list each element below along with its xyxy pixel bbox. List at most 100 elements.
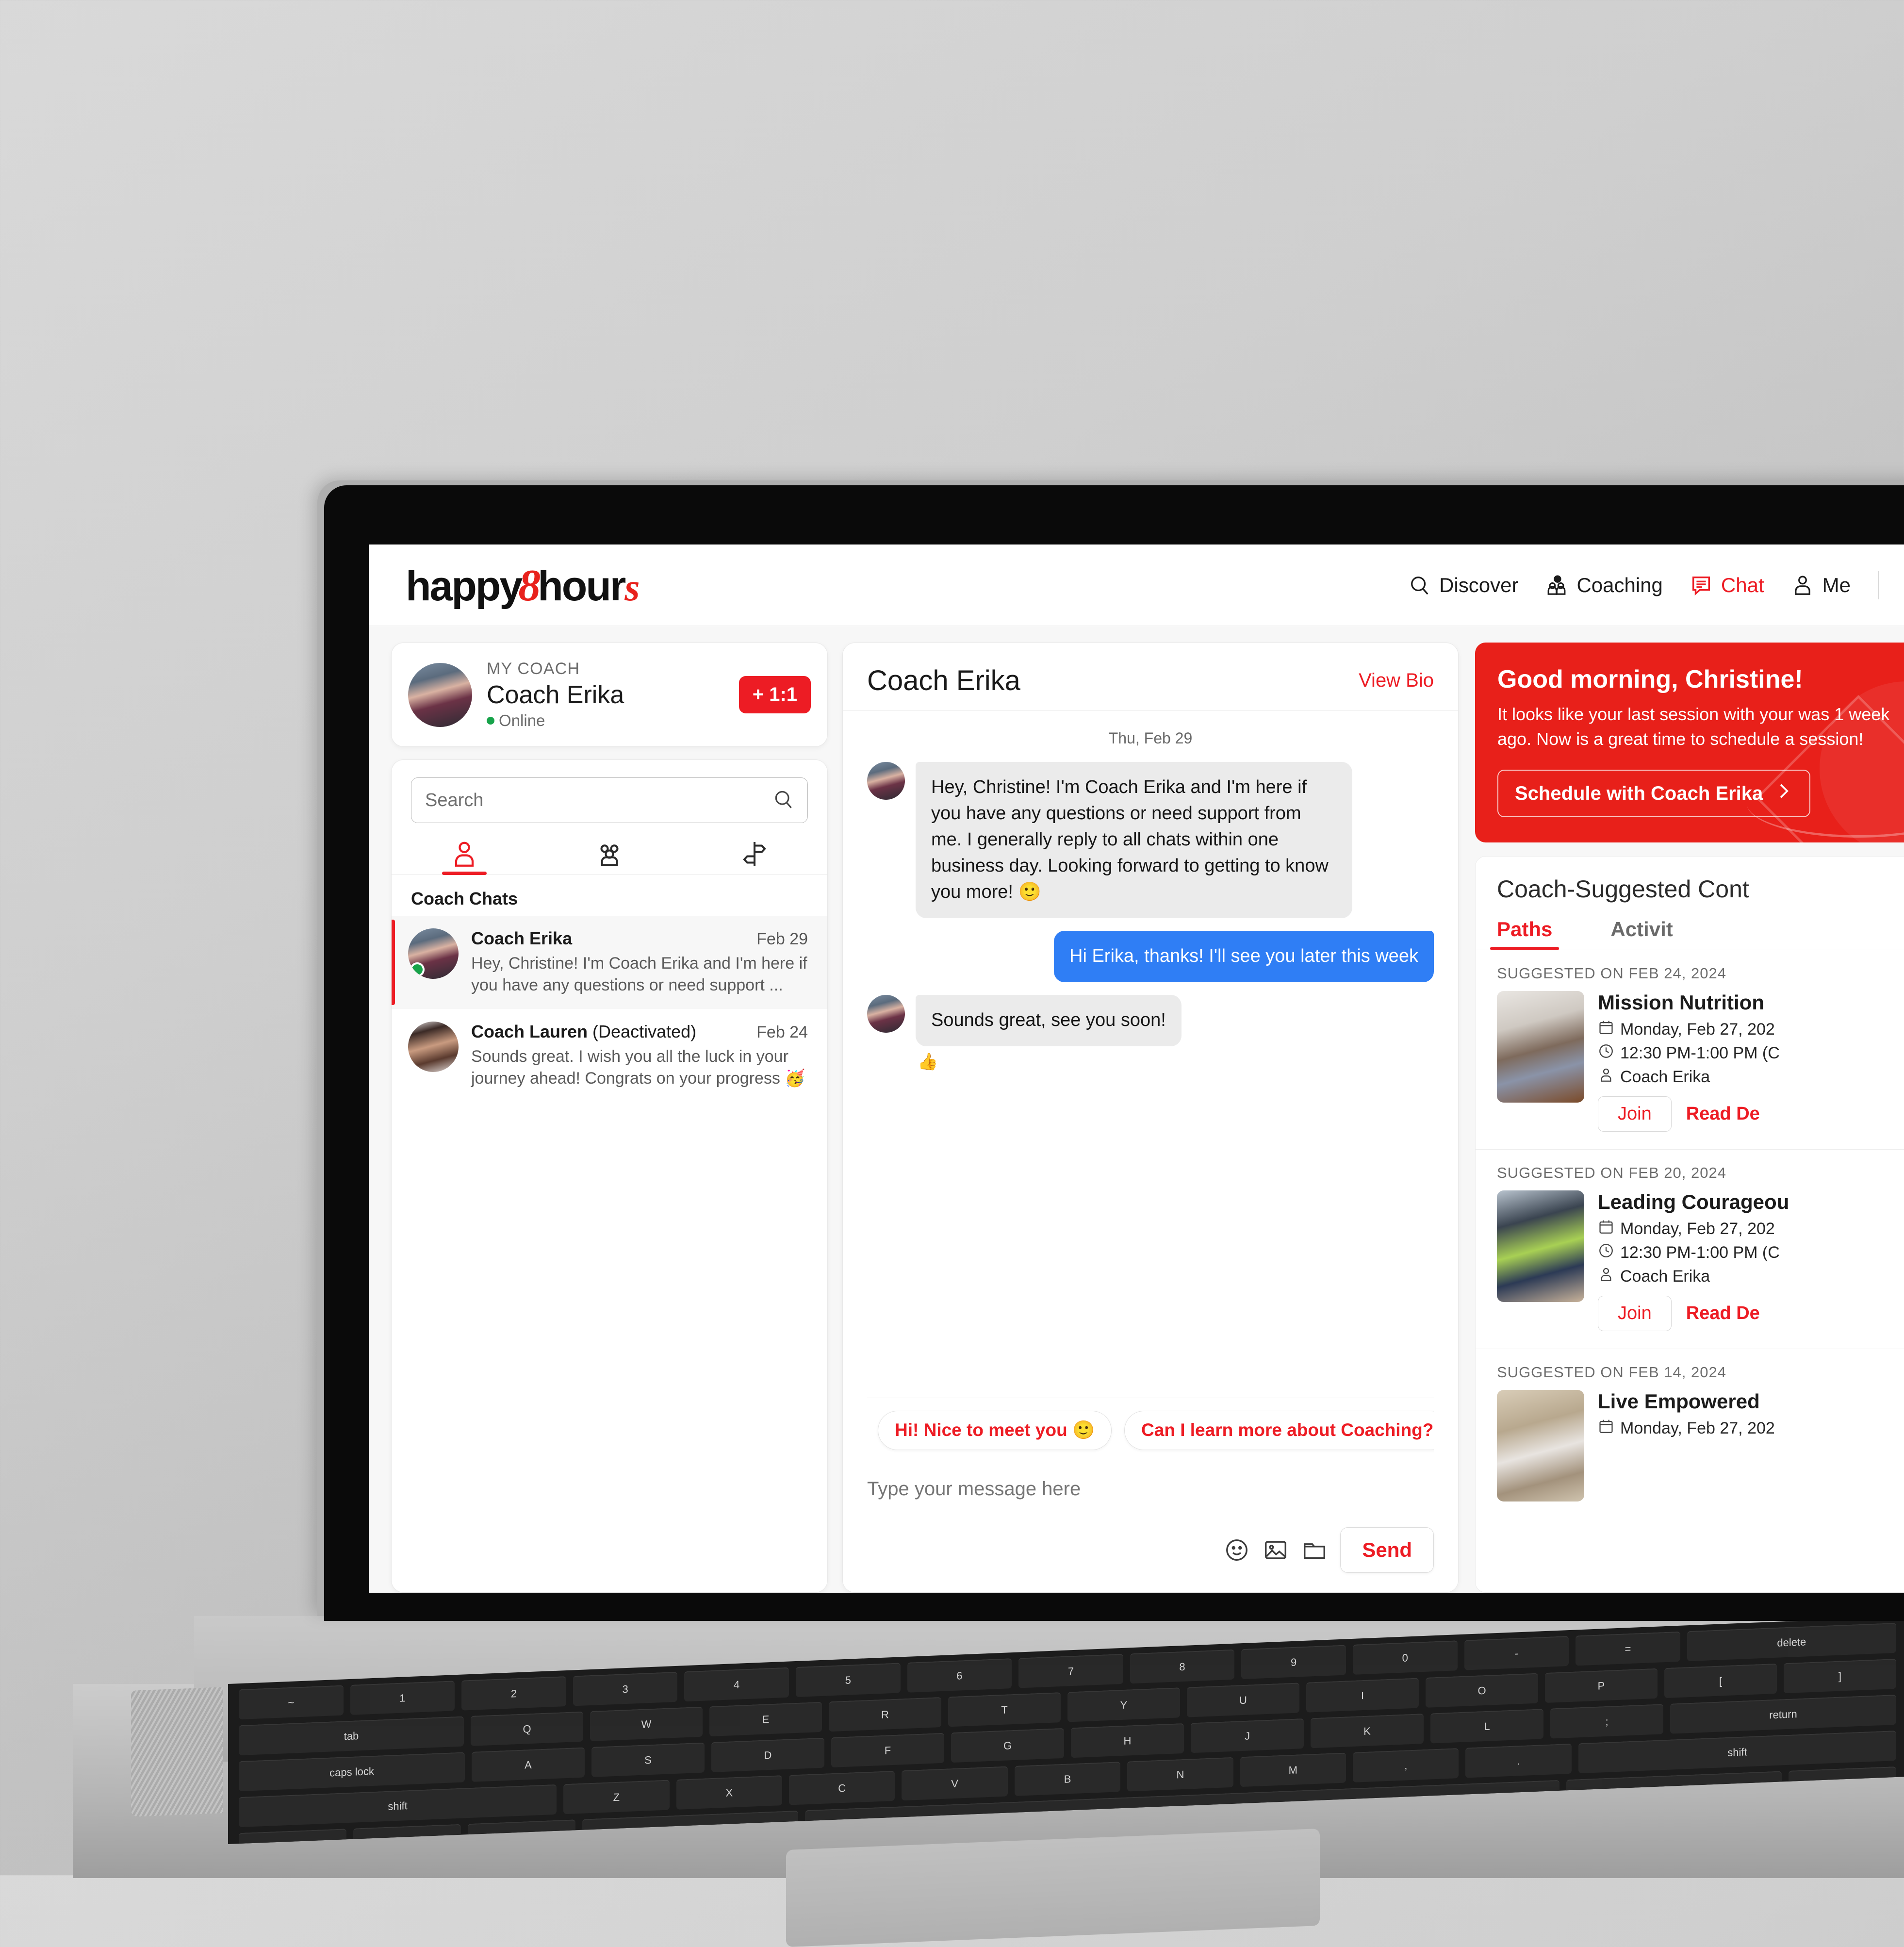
suggested-item[interactable]: Live Empowered Monday, Feb 27, 202	[1476, 1390, 1904, 1506]
send-button[interactable]: Send	[1340, 1527, 1434, 1573]
suggested-item-coach-text: Coach Erika	[1620, 1267, 1710, 1286]
nav-item-me[interactable]: Me	[1791, 574, 1851, 597]
chat-bubble-icon	[1690, 574, 1712, 596]
chat-item-body: Coach Erika Feb 29 Hey, Christine! I'm C…	[471, 928, 808, 996]
suggested-item-coach: Coach Erika	[1598, 1067, 1904, 1088]
message-reaction[interactable]: 👍	[918, 1052, 1434, 1072]
quick-reply-chip[interactable]: Hi! Nice to meet you 🙂	[878, 1411, 1112, 1450]
top-navigation-bar: happy 8 hour s Discover Coaching Chat Me	[369, 544, 1904, 626]
suggested-item-coach: Coach Erika	[1598, 1266, 1904, 1287]
app-logo[interactable]: happy 8 hour s	[406, 560, 640, 611]
status-badge: Online	[487, 711, 724, 730]
key: U	[1187, 1683, 1299, 1717]
chat-item-header: Coach Erika Feb 29	[471, 928, 808, 949]
key: I	[1306, 1678, 1419, 1713]
trackpad	[786, 1828, 1320, 1947]
tab-filter[interactable]	[682, 840, 827, 874]
suggested-item-time-text: 12:30 PM-1:00 PM (C	[1620, 1044, 1780, 1063]
suggested-item-date: Monday, Feb 27, 202	[1598, 1019, 1904, 1040]
chat-item-deactivated-suffix: (Deactivated)	[588, 1021, 697, 1041]
search-box[interactable]	[411, 777, 808, 823]
banner-title: Good morning, Christine!	[1497, 665, 1803, 693]
laptop-mockup: ~ 1 2 3 4 5 6 7 8 9 0 - = delete tab Q W…	[0, 0, 1904, 1947]
image-icon[interactable]	[1263, 1537, 1289, 1563]
coach-name: Coach Erika	[487, 681, 624, 709]
avatar	[867, 762, 905, 800]
key: ,	[1353, 1748, 1459, 1782]
key: 7	[1018, 1653, 1123, 1688]
nav-item-chat[interactable]: Chat	[1690, 574, 1764, 597]
emoji-icon[interactable]	[1224, 1537, 1250, 1563]
key: 3	[573, 1671, 678, 1706]
calendar-icon	[1598, 1219, 1614, 1239]
read-details-link[interactable]: Read De	[1686, 1303, 1760, 1324]
suggested-content-title: Coach-Suggested Cont	[1497, 875, 1749, 903]
chat-item-name: Coach Erika	[471, 928, 573, 948]
view-bio-link[interactable]: View Bio	[1359, 670, 1434, 692]
key: ]	[1784, 1658, 1896, 1694]
join-button[interactable]: Join	[1598, 1096, 1672, 1132]
key: R	[829, 1697, 941, 1732]
chat-item-body: Coach Lauren (Deactivated) Feb 24 Sounds…	[471, 1022, 808, 1089]
suggested-item-info: Live Empowered Monday, Feb 27, 202	[1598, 1390, 1904, 1502]
key: E	[709, 1701, 822, 1737]
quick-reply-chip[interactable]: Can I learn more about Coaching?	[1124, 1411, 1434, 1450]
suggested-content-tabs: Paths Activit	[1476, 918, 1904, 951]
chat-item-date: Feb 29	[756, 930, 808, 948]
greeting-banner: Good morning, Christine! It looks like y…	[1475, 643, 1904, 843]
tab-activities[interactable]: Activit	[1610, 918, 1673, 950]
key: M	[1240, 1752, 1346, 1787]
suggested-group: SUGGESTED ON FEB 24, 2024 Mission Nutrit…	[1476, 950, 1904, 1150]
key: Q	[471, 1711, 583, 1746]
avatar	[408, 1021, 459, 1072]
key: L	[1430, 1709, 1543, 1744]
clock-icon	[1598, 1043, 1614, 1064]
join-button[interactable]: Join	[1598, 1296, 1672, 1332]
key: T	[948, 1692, 1061, 1727]
message-row: Hi Erika, thanks! I'll see you later thi…	[867, 930, 1434, 982]
main-columns: MY COACH Coach Erika Online + 1:1 Search…	[369, 626, 1904, 1593]
suggested-group: SUGGESTED ON FEB 14, 2024 Live Empowered…	[1476, 1349, 1904, 1506]
message-list: Thu, Feb 29 Hey, Christine! I'm Coach Er…	[843, 711, 1458, 1398]
key: Y	[1067, 1687, 1180, 1722]
nav-item-label: Coaching	[1576, 573, 1663, 596]
folder-icon[interactable]	[1301, 1537, 1328, 1563]
suggested-item-actions: Join Read De	[1598, 1096, 1904, 1132]
calendar-icon	[1598, 1418, 1614, 1439]
tab-paths[interactable]: Paths	[1490, 918, 1559, 951]
chat-item-preview: Hey, Christine! I'm Coach Erika and I'm …	[471, 954, 807, 994]
suggested-item-date: Monday, Feb 27, 202	[1598, 1219, 1904, 1239]
suggested-item-title: Leading Courageou	[1598, 1190, 1789, 1214]
calendar-icon	[1598, 1019, 1614, 1040]
chat-list-item[interactable]: Coach Erika Feb 29 Hey, Christine! I'm C…	[392, 916, 827, 1009]
avatar	[408, 928, 459, 979]
key: B	[1014, 1762, 1121, 1796]
screen: happy 8 hour s Discover Coaching Chat Me…	[369, 544, 1904, 1593]
message-bubble-incoming: Hey, Christine! I'm Coach Erika and I'm …	[916, 762, 1352, 918]
nav-item-discover[interactable]: Discover	[1408, 574, 1518, 597]
schedule-button-label: Schedule with Coach Erika	[1515, 782, 1763, 804]
suggested-item[interactable]: Mission Nutrition Monday, Feb 27, 202 12…	[1476, 991, 1904, 1137]
add-one-on-one-button[interactable]: + 1:1	[739, 676, 811, 713]
key: =	[1576, 1631, 1680, 1666]
suggested-item-date-text: Monday, Feb 27, 202	[1620, 1020, 1775, 1039]
key: K	[1311, 1714, 1424, 1749]
avatar	[408, 662, 472, 727]
banner-decoration-wave	[1747, 770, 1904, 838]
nav-item-label: Chat	[1721, 573, 1764, 596]
coach-suggested-content-card: Coach-Suggested Cont Paths Activit SUGGE…	[1475, 856, 1904, 1593]
nav-item-coaching[interactable]: Coaching	[1545, 573, 1663, 597]
nav-item-label: Discover	[1439, 573, 1519, 596]
suggested-item[interactable]: Leading Courageou Monday, Feb 27, 202 12…	[1476, 1190, 1904, 1336]
search-input[interactable]	[425, 790, 772, 811]
tab-group-chats[interactable]	[537, 840, 682, 874]
chat-list-item[interactable]: Coach Lauren (Deactivated) Feb 24 Sounds…	[392, 1009, 827, 1102]
message-input[interactable]	[867, 1470, 1434, 1508]
online-dot-icon	[487, 717, 494, 725]
search-icon	[772, 789, 794, 812]
key: O	[1426, 1673, 1538, 1708]
read-details-link[interactable]: Read De	[1686, 1104, 1760, 1124]
key: J	[1191, 1718, 1304, 1753]
my-coach-label: MY COACH	[487, 660, 580, 678]
tab-coach-chats[interactable]	[392, 840, 537, 875]
